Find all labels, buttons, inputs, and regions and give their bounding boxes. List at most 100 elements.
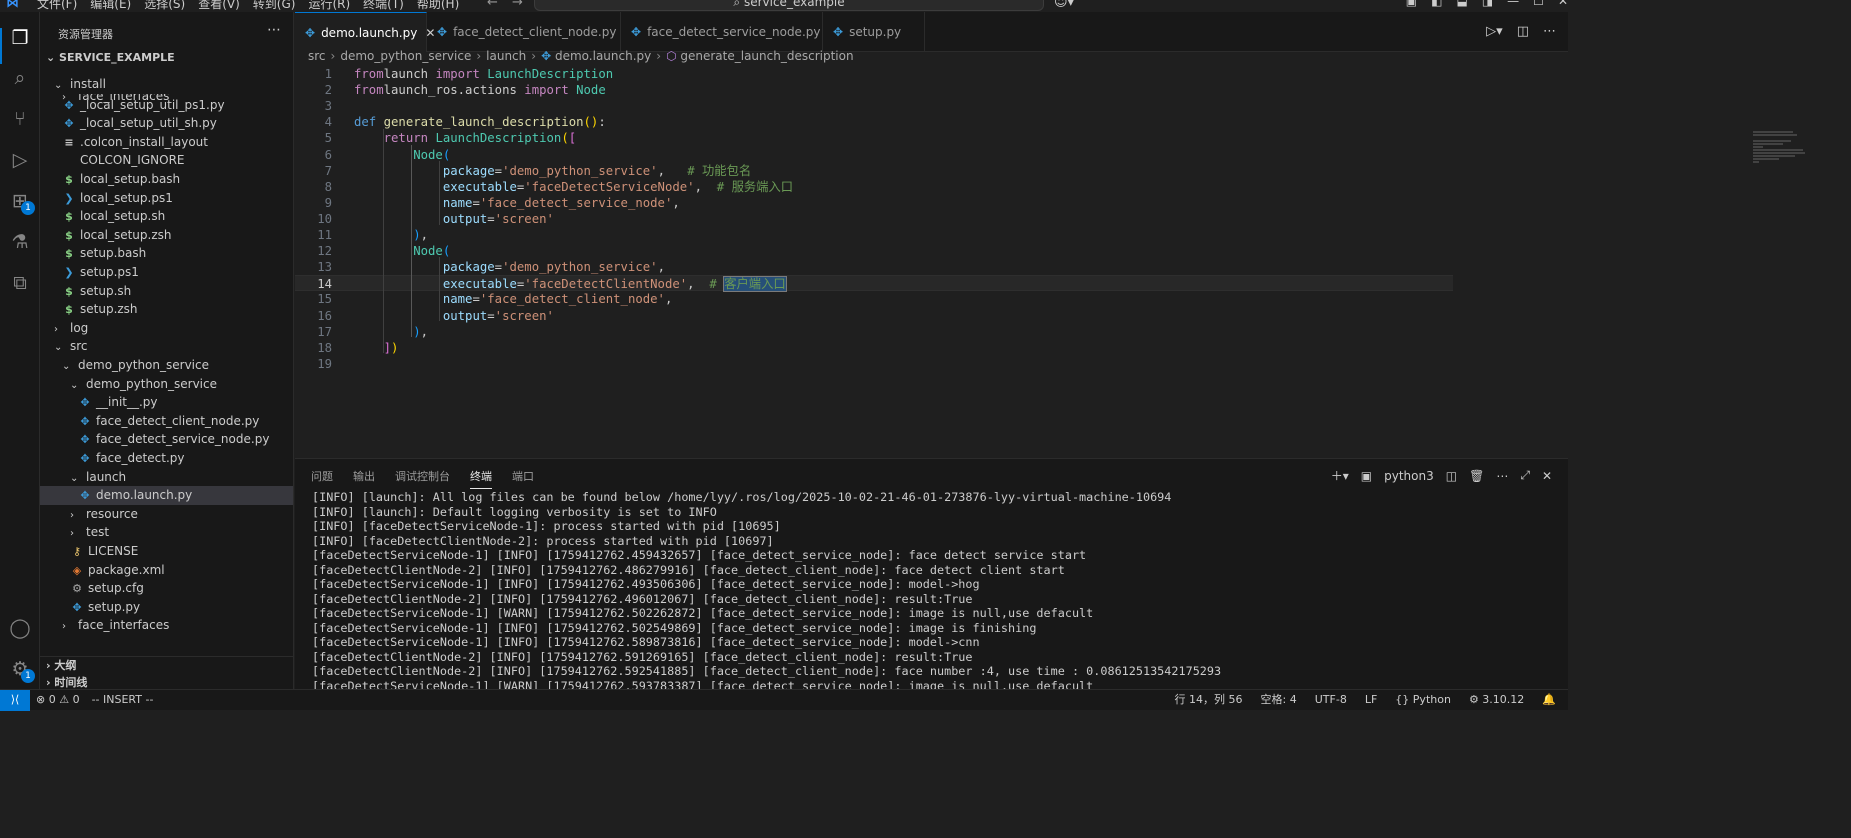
tab-demo-launch[interactable]: ✥ demo.launch.py ✕ xyxy=(295,12,435,52)
minimize-icon[interactable]: — xyxy=(1507,0,1519,8)
python-interpreter[interactable]: ⚙ 3.10.12 xyxy=(1469,690,1524,710)
tree-file[interactable]: $ local_setup.sh xyxy=(40,207,293,226)
forward-arrow-icon[interactable]: → xyxy=(512,0,523,10)
tree-file[interactable]: ✥ face_detect_client_node.py xyxy=(40,412,293,431)
tree-file[interactable]: $ setup.bash xyxy=(40,244,293,263)
tree-folder[interactable]: › log xyxy=(40,319,293,338)
tree-folder[interactable]: ⌄ launch xyxy=(40,468,293,487)
terminal-shell-label[interactable]: python3 xyxy=(1384,469,1434,483)
layout-toggle-icon[interactable]: ▣ xyxy=(1406,0,1417,8)
tree-file[interactable]: ✥ demo.launch.py xyxy=(40,486,293,505)
extensions-icon[interactable]: ⊞ 1 xyxy=(6,187,35,215)
workspace-root[interactable]: ⌄ SERVICE_EXAMPLE xyxy=(46,51,175,64)
run-debug-icon[interactable]: ▷ xyxy=(6,146,34,174)
tab-problems[interactable]: 问题 xyxy=(311,468,333,489)
accounts-icon[interactable]: ◯ xyxy=(6,614,34,642)
minimap[interactable] xyxy=(1753,131,1813,171)
editor-more-icon[interactable]: ⋯ xyxy=(1543,24,1556,39)
remote-explorer-icon[interactable]: ⧉ xyxy=(6,269,34,297)
maximize-panel-icon[interactable]: ⤢ xyxy=(1520,468,1530,483)
copilot-icon[interactable]: ☺▾ xyxy=(1054,0,1074,10)
tree-file[interactable]: ⚙ setup.cfg xyxy=(40,579,293,598)
tree-folder[interactable]: › face_interfaces xyxy=(40,616,293,635)
split-editor-icon[interactable]: ◫ xyxy=(1517,24,1529,39)
tree-file[interactable]: ✥ setup.py xyxy=(40,598,293,617)
tree-folder[interactable]: ⌄ demo_python_service xyxy=(40,375,293,394)
tree-file[interactable]: $ local_setup.bash xyxy=(40,170,293,189)
tab-terminal[interactable]: 终端 xyxy=(470,468,492,489)
command-center-search[interactable]: ⌕ service_example xyxy=(534,0,1044,11)
tree-folder[interactable]: › resource xyxy=(40,505,293,524)
source-control-icon[interactable]: ⑂ xyxy=(6,105,34,133)
menu-item[interactable]: 转到(G) xyxy=(253,0,296,12)
search-icon[interactable]: ⌕ xyxy=(6,64,34,92)
menu-item[interactable]: 编辑(E) xyxy=(90,0,131,12)
tree-folder[interactable]: ⌄ demo_python_service xyxy=(40,356,293,375)
tree-file[interactable]: ≡ .colcon_install_layout xyxy=(40,133,293,152)
notifications-bell-icon[interactable]: 🔔 xyxy=(1542,690,1556,710)
tab-debug-console[interactable]: 调试控制台 xyxy=(395,468,450,489)
tree-file[interactable]: ❯ local_setup.ps1 xyxy=(40,189,293,208)
code-editor[interactable]: 1 fromlaunch import LaunchDescription 2 fro… xyxy=(295,65,1805,457)
tree-file[interactable]: $ setup.sh xyxy=(40,282,293,301)
problems-indicator[interactable]: ⊗ 0 ⚠ 0 xyxy=(36,690,80,710)
panel-more-icon[interactable]: ⋯ xyxy=(1496,469,1508,483)
sidebar-toggle-icon[interactable]: ◧ xyxy=(1431,0,1442,8)
tree-file[interactable]: COLCON_IGNORE xyxy=(40,151,293,170)
language-mode[interactable]: {} Python xyxy=(1395,690,1451,710)
tab-output[interactable]: 输出 xyxy=(353,468,375,489)
tab-face-detect-service[interactable]: ✥ face_detect_service_node.py xyxy=(621,12,823,52)
tab-setup[interactable]: ✥ setup.py xyxy=(823,12,925,52)
back-arrow-icon[interactable]: ← xyxy=(487,0,498,10)
end-of-line[interactable]: LF xyxy=(1365,690,1377,710)
breadcrumb-item[interactable]: generate_launch_description xyxy=(680,49,853,63)
testing-icon[interactable]: ⚗ xyxy=(6,228,34,256)
more-actions-icon[interactable]: ⋯ xyxy=(267,22,281,38)
tree-file[interactable]: ✥ face_detect_service_node.py xyxy=(40,430,293,449)
remote-indicator-icon[interactable]: ⟩⟨ xyxy=(0,690,30,711)
new-terminal-icon[interactable]: ＋▾ xyxy=(1331,467,1349,484)
breadcrumb-item[interactable]: launch xyxy=(486,49,526,63)
outline-section[interactable]: › 大纲 xyxy=(40,656,293,674)
menu-item[interactable]: 帮助(H) xyxy=(417,0,459,12)
kill-terminal-icon[interactable]: 🗑 xyxy=(1469,469,1484,483)
indentation[interactable]: 空格: 4 xyxy=(1261,690,1297,710)
terminal-output[interactable]: [INFO] [launch]: All log files can be fo… xyxy=(312,490,1221,693)
tree-file[interactable]: ❯ setup.ps1 xyxy=(40,263,293,282)
xml-file-icon: ◈ xyxy=(72,563,82,577)
panel-toggle-icon[interactable]: ⬓ xyxy=(1456,0,1467,8)
breadcrumb-item[interactable]: demo.launch.py xyxy=(555,49,651,63)
tab-face-detect-client[interactable]: ✥ face_detect_client_node.py xyxy=(427,12,621,52)
tree-folder[interactable]: ⌄ install xyxy=(40,75,293,94)
tree-file[interactable]: $ local_setup.zsh xyxy=(40,226,293,245)
code-line: 9 name='face_detect_service_node', xyxy=(295,195,1453,211)
menu-item[interactable]: 选择(S) xyxy=(144,0,185,12)
tree-file[interactable]: ✥ _local_setup_util_sh.py xyxy=(40,114,293,133)
tree-folder[interactable]: ⌄ src xyxy=(40,337,293,356)
menu-item[interactable]: 文件(F) xyxy=(37,0,77,12)
cursor-position[interactable]: 行 14，列 56 xyxy=(1175,690,1243,710)
settings-gear-icon[interactable]: ⚙ 1 xyxy=(6,655,35,683)
tree-file[interactable]: ✥ _local_setup_util_ps1.py xyxy=(40,96,293,115)
tree-file[interactable]: ⚷ LICENSE xyxy=(40,542,293,561)
split-terminal-icon[interactable]: ◫ xyxy=(1446,469,1457,483)
run-python-icon[interactable]: ▷▾ xyxy=(1486,24,1503,39)
breadcrumb-item[interactable]: src xyxy=(308,49,326,63)
secondary-sidebar-toggle-icon[interactable]: ◨ xyxy=(1482,0,1493,8)
code-token: import xyxy=(524,83,569,98)
menu-item[interactable]: 运行(R) xyxy=(308,0,350,12)
tree-file[interactable]: ✥ __init__.py xyxy=(40,393,293,412)
menu-item[interactable]: 终端(T) xyxy=(363,0,404,12)
tree-folder[interactable]: › test xyxy=(40,523,293,542)
tree-file[interactable]: ✥ face_detect.py xyxy=(40,449,293,468)
close-panel-icon[interactable]: ✕ xyxy=(1542,469,1552,483)
tree-file[interactable]: $ setup.zsh xyxy=(40,300,293,319)
maximize-icon[interactable]: ☐ xyxy=(1533,0,1544,8)
menu-item[interactable]: 查看(V) xyxy=(198,0,240,12)
explorer-icon[interactable]: ❐ xyxy=(6,24,34,52)
close-window-icon[interactable]: ✕ xyxy=(1558,0,1568,8)
tab-ports[interactable]: 端口 xyxy=(512,468,534,489)
breadcrumb-item[interactable]: demo_python_service xyxy=(340,49,471,63)
tree-file[interactable]: ◈ package.xml xyxy=(40,561,293,580)
encoding[interactable]: UTF-8 xyxy=(1315,690,1347,710)
